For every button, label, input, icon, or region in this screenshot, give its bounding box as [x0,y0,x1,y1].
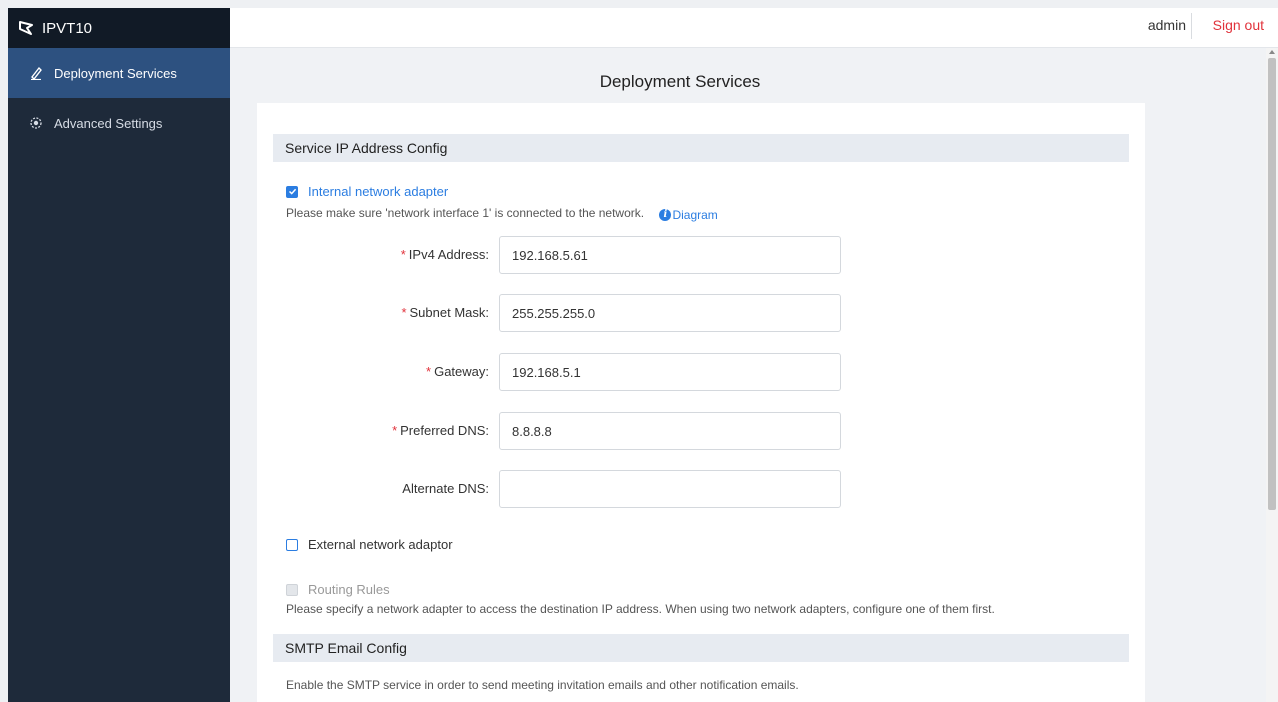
sidebar-item-advanced-settings[interactable]: Advanced Settings [8,98,230,148]
diagram-link-label: Diagram [672,207,718,222]
topbar: admin Sign out [230,8,1278,48]
smtp-hint: Enable the SMTP service in order to send… [286,678,799,692]
internal-adapter-hint: Please make sure 'network interface 1' i… [286,206,718,222]
config-card: Service IP Address Config Internal netwo… [257,103,1145,702]
ipv4-label: * IPv4 Address: [400,247,489,262]
logo-icon [19,21,33,35]
form-row-ipv4: * IPv4 Address: [257,236,1145,274]
internal-adapter-label: Internal network adapter [308,184,449,199]
form-row-subnet: * Subnet Mask: [257,294,1145,332]
gear-icon [28,115,44,131]
brand: IPVT10 [8,8,230,48]
ipv4-address-input[interactable] [499,236,841,274]
current-user[interactable]: admin [1148,17,1186,33]
topbar-divider [1191,13,1192,39]
page-title: Deployment Services [599,72,761,91]
section-header-smtp: SMTP Email Config [273,634,1129,662]
external-adapter-label: External network adaptor [308,537,453,552]
diagram-link[interactable]: i Diagram [659,207,718,222]
external-adapter-checkbox-row[interactable]: External network adaptor [286,537,453,552]
info-icon: i [659,208,672,221]
internal-adapter-hint-text: Please make sure 'network interface 1' i… [286,206,645,220]
routing-rules-label: Routing Rules [308,582,390,597]
sidebar-item-label: Deployment Services [54,65,177,81]
vertical-scrollbar[interactable] [1266,48,1278,702]
sidebar-item-deployment-services[interactable]: Deployment Services [8,48,230,98]
brand-name: IPVT10 [42,19,93,37]
subnet-mask-input[interactable] [499,294,841,332]
sidebar-item-label: Advanced Settings [54,115,163,131]
required-mark: * [426,364,432,379]
preferred-dns-label: * Preferred DNS: [392,423,489,438]
required-mark: * [392,423,398,438]
subnet-mask-label: * Subnet Mask: [401,305,489,320]
routing-rules-checkbox [286,583,298,596]
gateway-input[interactable] [499,353,841,391]
form-row-gateway: * Gateway: [257,353,1145,391]
section-header-service-ip: Service IP Address Config [273,134,1129,162]
form-row-preferred-dns: * Preferred DNS: [257,412,1145,450]
required-mark: * [401,305,407,320]
pencil-icon [28,65,44,81]
internal-adapter-checkbox-row[interactable]: Internal network adapter [286,184,448,199]
sign-out-link[interactable]: Sign out [1213,17,1264,33]
gateway-label: * Gateway: [426,364,489,379]
required-mark: * [400,247,406,262]
routing-rules-checkbox-row: Routing Rules [286,582,390,597]
scroll-up-arrow-icon[interactable] [1269,50,1275,54]
form-row-alternate-dns: Alternate DNS: [257,470,1145,508]
routing-rules-hint: Please specify a network adapter to acce… [286,602,995,616]
main-content: Deployment Services Service IP Address C… [230,48,1266,702]
app-frame: IPVT10 Deployment Services Advanced Sett… [8,8,1278,702]
alternate-dns-label: Alternate DNS: [402,481,489,496]
internal-adapter-checkbox[interactable] [286,185,298,198]
external-adapter-checkbox[interactable] [286,538,298,551]
sidebar: IPVT10 Deployment Services Advanced Sett… [8,8,230,702]
alternate-dns-input[interactable] [499,470,841,508]
preferred-dns-input[interactable] [499,412,841,450]
scroll-thumb[interactable] [1268,58,1276,510]
